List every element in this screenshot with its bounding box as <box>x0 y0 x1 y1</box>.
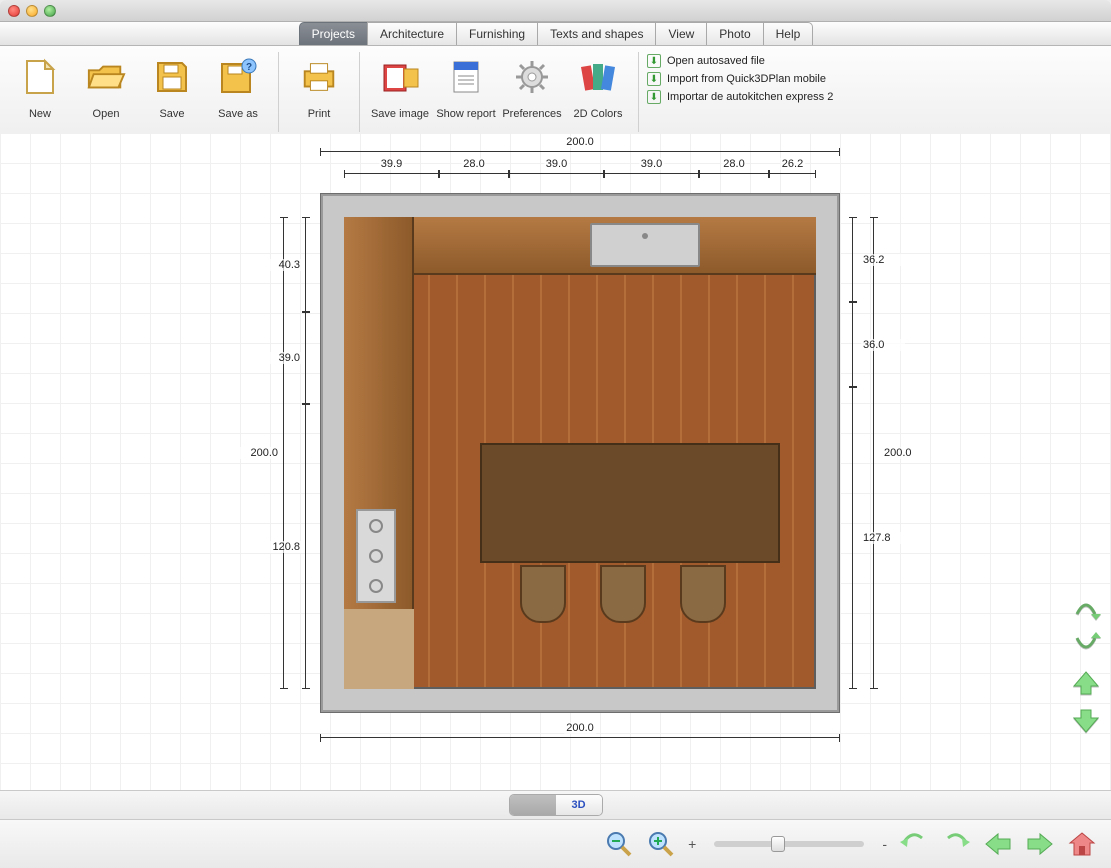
dimension-left-overall: 200.0 <box>283 217 284 689</box>
dimension-left-seg-3: 120.8 <box>305 404 306 689</box>
open-autosaved-link[interactable]: ⬇ Open autosaved file <box>647 54 833 68</box>
dimension-top-seg-2: 28.0 <box>439 173 509 174</box>
tab-projects[interactable]: Projects <box>299 22 368 45</box>
save-floppy-icon <box>152 57 192 97</box>
preferences-label: Preferences <box>502 101 561 127</box>
new-label: New <box>29 101 51 127</box>
show-report-button[interactable]: Show report <box>434 52 498 132</box>
kitchen-sink[interactable] <box>590 223 700 267</box>
rotate-right-button[interactable] <box>941 829 971 859</box>
view-mode-segmented: 3D <box>509 794 603 816</box>
floor-plan[interactable] <box>320 193 840 713</box>
print-button[interactable]: Print <box>287 52 351 132</box>
2d-colors-button[interactable]: 2D Colors <box>566 52 630 132</box>
view-2d-button[interactable] <box>510 795 556 815</box>
open-label: Open <box>93 101 120 127</box>
kitchen-island[interactable] <box>480 443 780 563</box>
window-minimize-button[interactable] <box>26 5 38 17</box>
import-mobile-link[interactable]: ⬇ Import from Quick3DPlan mobile <box>647 72 833 86</box>
tab-furnishing[interactable]: Furnishing <box>456 22 538 45</box>
dimension-top-seg-6: 26.2 <box>769 173 816 174</box>
tab-photo[interactable]: Photo <box>706 22 763 45</box>
home-view-button[interactable] <box>1067 829 1097 859</box>
ribbon-toolbar: New Open Save ? Save as Print Save image <box>0 46 1111 139</box>
dimension-top-seg-3: 39.0 <box>509 173 604 174</box>
dimension-right-seg-2: 36.0 <box>852 302 853 387</box>
gear-icon <box>512 57 552 97</box>
move-right-button[interactable] <box>1025 829 1055 859</box>
save-image-button[interactable]: Save image <box>368 52 432 132</box>
printer-icon <box>299 57 339 97</box>
ribbon-links: ⬇ Open autosaved file ⬇ Import from Quic… <box>647 52 833 104</box>
countertop-top[interactable] <box>344 217 816 275</box>
zoom-minus-label: - <box>882 836 887 852</box>
rotate-up-button[interactable] <box>1069 593 1103 621</box>
save-as-label: Save as <box>218 101 258 127</box>
dimension-top-seg-5: 28.0 <box>699 173 769 174</box>
tab-view[interactable]: View <box>655 22 707 45</box>
dimension-top-seg-1: 39.9 <box>344 173 439 174</box>
color-swatch-icon <box>578 57 618 97</box>
zoom-in-button[interactable] <box>646 829 676 859</box>
dimension-right-overall: 200.0 <box>873 217 874 689</box>
dimension-left-seg-2: 39.0 <box>305 312 306 404</box>
download-icon: ⬇ <box>647 72 661 86</box>
svg-text:?: ? <box>246 62 252 73</box>
main-tabs: Projects Architecture Furnishing Texts a… <box>0 22 1111 46</box>
new-file-icon <box>20 57 60 97</box>
save-image-label: Save image <box>371 101 429 127</box>
dimension-top-overall: 200.0 <box>320 151 840 152</box>
bar-stool[interactable] <box>600 565 646 623</box>
zoom-out-button[interactable] <box>604 829 634 859</box>
dimension-top-seg-4: 39.0 <box>604 173 699 174</box>
bottom-toolbar: + - <box>0 820 1111 868</box>
dimension-left-seg-1: 40.3 <box>305 217 306 312</box>
dimension-right-seg-1: 36.2 <box>852 217 853 302</box>
save-label: Save <box>159 101 184 127</box>
save-as-button[interactable]: ? Save as <box>206 52 270 132</box>
bar-stool[interactable] <box>680 565 726 623</box>
save-button[interactable]: Save <box>140 52 204 132</box>
print-label: Print <box>308 101 331 127</box>
import-mobile-label: Import from Quick3DPlan mobile <box>667 73 826 85</box>
tab-architecture[interactable]: Architecture <box>367 22 457 45</box>
camera-film-icon <box>380 57 420 97</box>
rotate-down-button[interactable] <box>1069 631 1103 659</box>
move-up-button[interactable] <box>1069 669 1103 697</box>
new-button[interactable]: New <box>8 52 72 132</box>
cabinet-corner[interactable] <box>344 609 414 689</box>
view-mode-bar: 3D <box>0 790 1111 820</box>
2d-colors-label: 2D Colors <box>574 101 623 127</box>
dimension-right-seg-3: 127.8 <box>852 387 853 689</box>
open-button[interactable]: Open <box>74 52 138 132</box>
design-canvas[interactable]: 200.0 39.9 28.0 39.0 39.0 28.0 26.2 200.… <box>0 133 1111 790</box>
zoom-slider-thumb[interactable] <box>771 836 785 852</box>
bar-stool[interactable] <box>520 565 566 623</box>
save-as-floppy-icon: ? <box>218 57 258 97</box>
window-close-button[interactable] <box>8 5 20 17</box>
show-report-label: Show report <box>436 101 495 127</box>
preferences-button[interactable]: Preferences <box>500 52 564 132</box>
zoom-plus-label: + <box>688 836 696 852</box>
canvas-side-nav <box>1069 593 1103 735</box>
zoom-slider[interactable] <box>714 841 864 847</box>
import-autokitchen-link[interactable]: ⬇ Importar de autokitchen express 2 <box>647 90 833 104</box>
window-titlebar <box>0 0 1111 22</box>
open-folder-icon <box>86 57 126 97</box>
view-3d-button[interactable]: 3D <box>556 795 602 815</box>
import-autokitchen-label: Importar de autokitchen express 2 <box>667 91 833 103</box>
tab-help[interactable]: Help <box>763 22 814 45</box>
report-icon <box>446 57 486 97</box>
rotate-left-button[interactable] <box>899 829 929 859</box>
move-left-button[interactable] <box>983 829 1013 859</box>
move-down-button[interactable] <box>1069 707 1103 735</box>
window-zoom-button[interactable] <box>44 5 56 17</box>
dimension-bottom-overall: 200.0 <box>320 737 840 738</box>
open-autosaved-label: Open autosaved file <box>667 55 765 67</box>
download-icon: ⬇ <box>647 54 661 68</box>
download-icon: ⬇ <box>647 90 661 104</box>
cooktop-stove[interactable] <box>356 509 396 603</box>
tab-texts-shapes[interactable]: Texts and shapes <box>537 22 656 45</box>
